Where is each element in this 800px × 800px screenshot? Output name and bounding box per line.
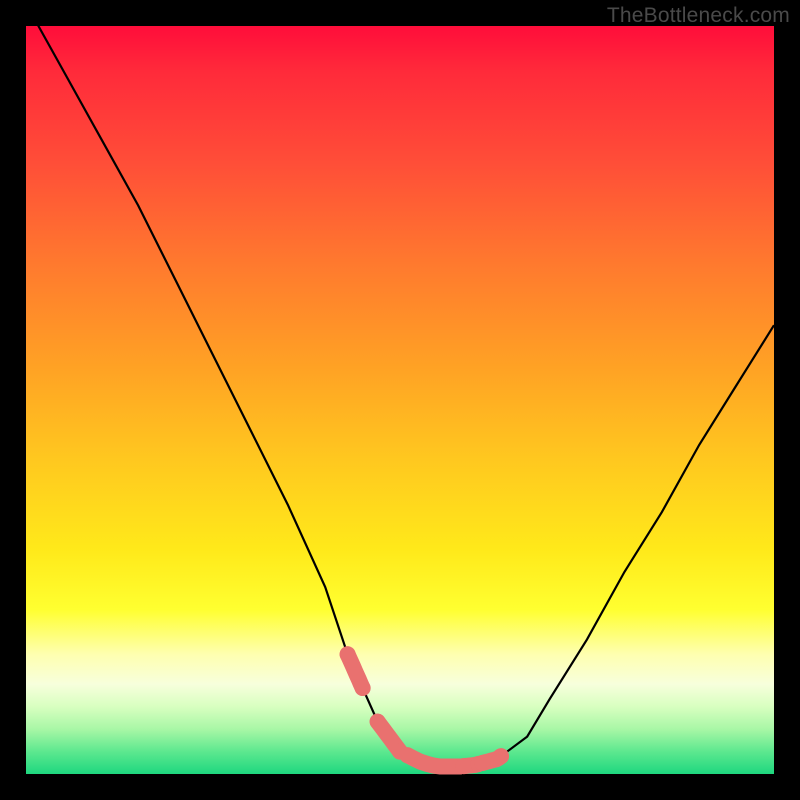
marker-endpoint xyxy=(456,758,472,774)
curve-markers xyxy=(340,646,509,774)
marker-endpoint xyxy=(340,646,356,662)
watermark-text: TheBottleneck.com xyxy=(607,4,790,28)
marker-segment xyxy=(408,755,460,766)
marker-endpoint xyxy=(355,680,371,696)
curve-svg xyxy=(26,26,774,774)
marker-endpoint xyxy=(370,714,386,730)
bottleneck-curve-line xyxy=(26,4,774,767)
marker-endpoint xyxy=(474,755,490,771)
chart-frame: TheBottleneck.com xyxy=(0,0,800,800)
plot-area xyxy=(26,26,774,774)
marker-endpoint xyxy=(400,747,416,763)
marker-endpoint xyxy=(493,748,509,764)
